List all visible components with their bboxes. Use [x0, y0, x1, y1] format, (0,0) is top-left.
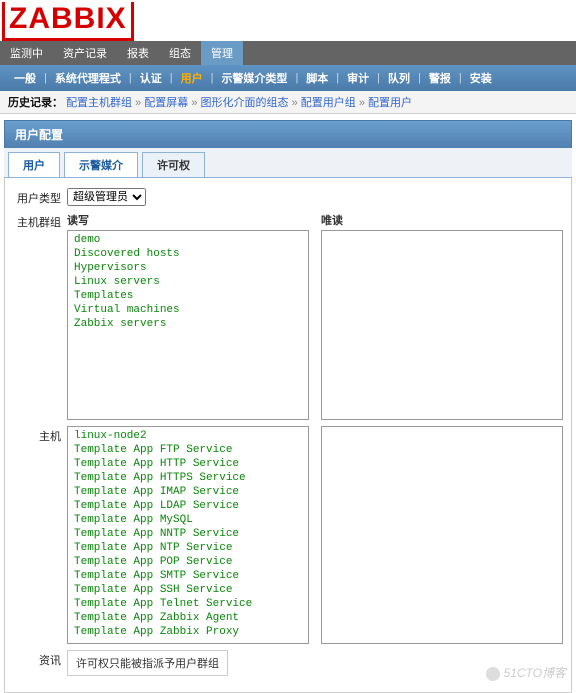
list-item[interactable]: Template App MySQL [70, 513, 306, 527]
secondary-nav-item[interactable]: 脚本 [298, 68, 336, 88]
watermark: 51CTO博客 [486, 664, 566, 681]
primary-nav-item[interactable]: 管理 [201, 41, 243, 65]
breadcrumb-arrow-icon: » [289, 97, 301, 109]
read-write-header: 读写 [67, 212, 309, 228]
list-item[interactable]: Linux servers [70, 275, 306, 289]
secondary-nav-item[interactable]: 审计 [339, 68, 377, 88]
breadcrumb-arrow-icon: » [356, 97, 368, 109]
secondary-nav-item[interactable]: 一般 [6, 68, 44, 88]
page-title: 用户配置 [4, 120, 572, 148]
breadcrumb-item[interactable]: 配置屏幕 [144, 97, 188, 109]
list-item[interactable]: Template App Zabbix Agent [70, 611, 306, 625]
list-item[interactable]: demo [70, 233, 306, 247]
info-label: 资讯 [13, 650, 67, 668]
breadcrumb-arrow-icon: » [132, 97, 144, 109]
breadcrumb-arrow-icon: » [188, 97, 200, 109]
list-item[interactable]: Zabbix servers [70, 317, 306, 331]
list-item[interactable]: linux-node2 [70, 429, 306, 443]
secondary-nav-item[interactable]: 认证 [132, 68, 170, 88]
user-type-select[interactable]: 超级管理员 [67, 188, 146, 206]
list-item[interactable]: Virtual machines [70, 303, 306, 317]
list-item[interactable]: Templates [70, 289, 306, 303]
primary-nav-item[interactable]: 资产记录 [53, 41, 117, 65]
breadcrumb-item[interactable]: 图形化介面的组态 [201, 97, 289, 109]
list-item[interactable]: Template App SSH Service [70, 583, 306, 597]
primary-nav: 监测中资产记录报表组态管理 [0, 41, 576, 65]
secondary-nav-item[interactable]: 示警媒介类型 [213, 68, 295, 88]
list-item[interactable]: Template App HTTPS Service [70, 471, 306, 485]
tab-row: 用户示警媒介许可权 [4, 148, 572, 178]
hosts-label: 主机 [13, 426, 67, 444]
host-groups-rw-list[interactable]: demoDiscovered hostsHypervisorsLinux ser… [68, 231, 308, 419]
list-item[interactable]: Template App SMTP Service [70, 569, 306, 583]
breadcrumb-item[interactable]: 配置主机群组 [66, 97, 132, 109]
breadcrumb: 历史记录： 配置主机群组 » 配置屏幕 » 图形化介面的组态 » 配置用户组 »… [0, 91, 576, 114]
permissions-form: 用户类型 超级管理员 主机群组 读写 demoDiscovered hostsH… [4, 178, 572, 693]
breadcrumb-item[interactable]: 配置用户 [368, 97, 412, 109]
list-item[interactable]: Template App POP Service [70, 555, 306, 569]
list-item[interactable]: Template App Zabbix Proxy [70, 625, 306, 639]
tab-item[interactable]: 示警媒介 [64, 152, 138, 177]
list-item[interactable]: Template App NTP Service [70, 541, 306, 555]
list-item[interactable]: Template App Telnet Service [70, 597, 306, 611]
secondary-nav-item[interactable]: 队列 [380, 68, 418, 88]
secondary-nav-item[interactable]: 警报 [421, 68, 459, 88]
secondary-nav: 一般 | 系统代理程式 | 认证 | 用户 | 示警媒介类型 | 脚本 | 审计… [0, 65, 576, 91]
primary-nav-item[interactable]: 监测中 [0, 41, 53, 65]
read-only-header: 唯读 [321, 212, 563, 228]
hosts-ro-list[interactable] [322, 427, 562, 643]
tab-item[interactable]: 用户 [8, 152, 60, 177]
info-note: 许可权只能被指派予用户群组 [67, 650, 228, 676]
history-label: 历史记录： [8, 97, 63, 109]
host-group-label: 主机群组 [13, 212, 67, 230]
list-item[interactable]: Hypervisors [70, 261, 306, 275]
user-type-label: 用户类型 [13, 188, 67, 206]
secondary-nav-item[interactable]: 安装 [462, 68, 500, 88]
whale-icon [486, 667, 500, 681]
list-item[interactable]: Template App LDAP Service [70, 499, 306, 513]
primary-nav-item[interactable]: 组态 [159, 41, 201, 65]
list-item[interactable]: Template App HTTP Service [70, 457, 306, 471]
tab-item[interactable]: 许可权 [142, 152, 205, 177]
primary-nav-item[interactable]: 报表 [117, 41, 159, 65]
host-groups-ro-list[interactable] [322, 231, 562, 419]
list-item[interactable]: Template App IMAP Service [70, 485, 306, 499]
list-item[interactable]: Template App NNTP Service [70, 527, 306, 541]
zabbix-logo: ZABBIX [2, 2, 134, 41]
hosts-rw-list[interactable]: linux-node2Template App FTP ServiceTempl… [68, 427, 308, 643]
list-item[interactable]: Template App FTP Service [70, 443, 306, 457]
list-item[interactable]: Discovered hosts [70, 247, 306, 261]
breadcrumb-item[interactable]: 配置用户组 [301, 97, 356, 109]
secondary-nav-item[interactable]: 系统代理程式 [47, 68, 129, 88]
secondary-nav-item[interactable]: 用户 [173, 68, 211, 88]
